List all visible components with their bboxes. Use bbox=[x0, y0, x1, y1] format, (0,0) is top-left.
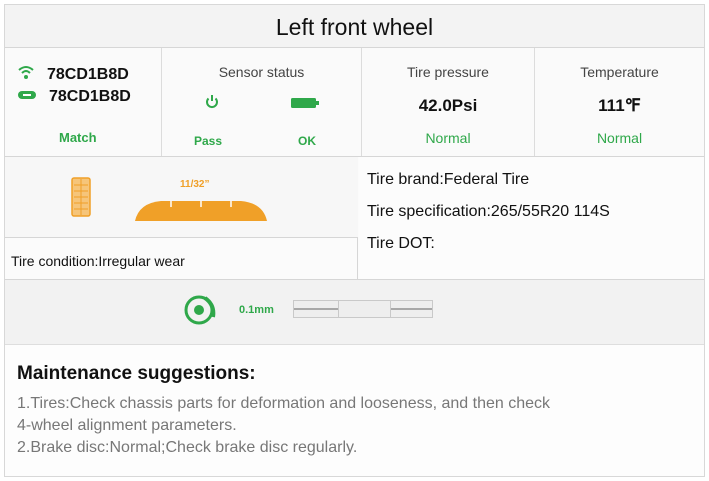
battery-ok-status: OK bbox=[298, 134, 316, 148]
tire-dot: Tire DOT: bbox=[367, 235, 435, 252]
sensor-id-row-1: 78CD1B8D bbox=[17, 64, 129, 85]
sensor-status-header: Sensor status bbox=[218, 64, 305, 80]
tire-specification: Tire specification:265/55R20 114S bbox=[367, 203, 610, 220]
brake-pad-segment-3 bbox=[391, 300, 433, 318]
temperature-cell: Temperature 111℉ Normal bbox=[535, 48, 704, 156]
maintenance-section: Maintenance suggestions: 1.Tires:Check c… bbox=[5, 345, 704, 476]
temperature-header: Temperature bbox=[580, 64, 659, 80]
page-title: Left front wheel bbox=[5, 5, 704, 48]
tire-condition: Tire condition:Irregular wear bbox=[11, 253, 185, 269]
tire-info-section: Tire brand:Federal Tire Tire specificati… bbox=[359, 157, 704, 279]
sensor-pass-status: Pass bbox=[194, 134, 223, 148]
sensor-icon bbox=[17, 88, 37, 106]
sensor-id-secondary: 78CD1B8D bbox=[49, 88, 131, 105]
sensor-id-row-2: 78CD1B8D bbox=[17, 88, 131, 106]
tire-pressure-value: 42.0Psi bbox=[418, 96, 478, 115]
brake-pad-segment-1 bbox=[293, 300, 339, 318]
tire-pressure-header: Tire pressure bbox=[407, 64, 489, 80]
wifi-icon bbox=[17, 64, 35, 85]
tire-pressure-cell: Tire pressure 42.0Psi Normal bbox=[362, 48, 535, 156]
tread-section: 11/32” Tire condition:Irregular wear bbox=[5, 157, 358, 279]
maintenance-line-3: 2.Brake disc:Normal;Check brake disc reg… bbox=[17, 439, 358, 456]
brake-pad-row: 0.1mm bbox=[5, 280, 704, 345]
tire-tread-icon bbox=[71, 177, 91, 222]
brake-pad-value: 0.1mm bbox=[239, 304, 274, 316]
brake-pad-segment-2 bbox=[339, 300, 391, 318]
tread-depth-label: 11/32” bbox=[180, 179, 210, 190]
sensor-id-primary: 78CD1B8D bbox=[47, 65, 129, 83]
maintenance-line-2: 4-wheel alignment parameters. bbox=[17, 417, 237, 434]
sensor-id-cell: 78CD1B8D 78CD1B8D Match bbox=[5, 48, 162, 156]
match-status: Match bbox=[59, 130, 97, 145]
wheel-detail-panel: Left front wheel 78CD1B8D 78CD1B8D Match… bbox=[4, 4, 705, 477]
power-icon bbox=[204, 94, 220, 115]
tread-visual: 11/32” bbox=[5, 157, 358, 238]
temperature-status: Normal bbox=[596, 130, 643, 146]
sensor-summary-row: 78CD1B8D 78CD1B8D Match Sensor status Pa… bbox=[5, 48, 704, 157]
maintenance-line-1: 1.Tires:Check chassis parts for deformat… bbox=[17, 395, 551, 412]
tire-detail-row: 11/32” Tire condition:Irregular wear Tir… bbox=[5, 157, 704, 280]
sensor-status-cell: Sensor status Pass OK bbox=[162, 48, 362, 156]
temperature-value: 111℉ bbox=[598, 96, 641, 115]
tire-profile-icon bbox=[131, 195, 271, 230]
brake-disc-icon bbox=[183, 295, 217, 330]
tire-pressure-status: Normal bbox=[425, 130, 471, 146]
battery-icon bbox=[290, 96, 320, 114]
tire-brand: Tire brand:Federal Tire bbox=[367, 171, 530, 188]
maintenance-title: Maintenance suggestions: bbox=[17, 363, 256, 384]
